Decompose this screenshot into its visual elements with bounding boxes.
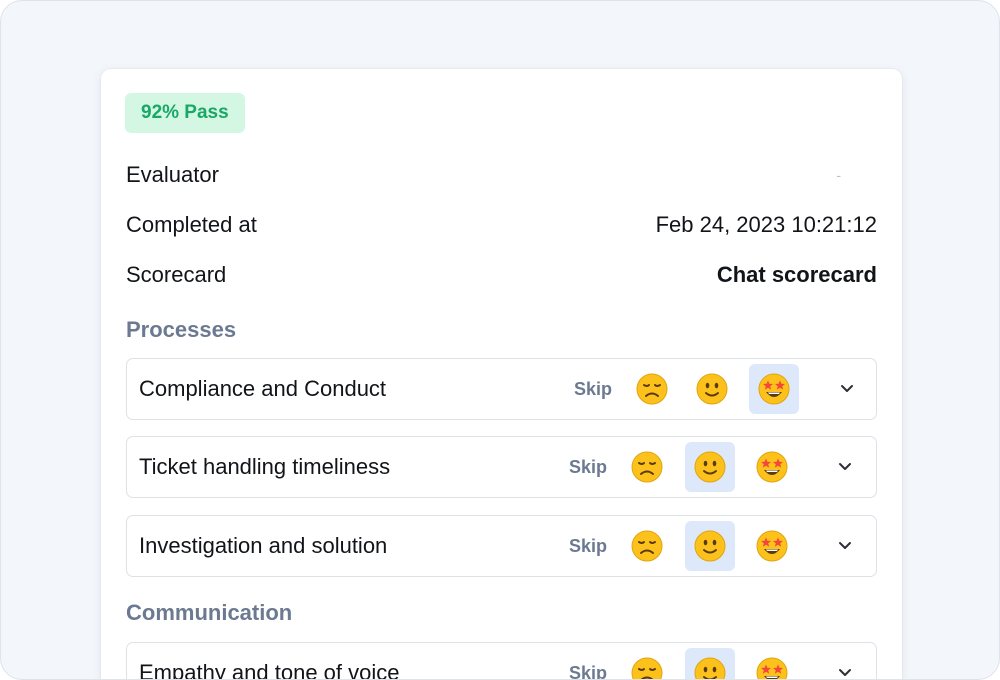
skip-button[interactable]: Skip [569, 437, 607, 497]
rating-item: Compliance and Conduct Skip [126, 358, 877, 420]
smile-face-icon[interactable] [685, 648, 735, 679]
rating-item: Empathy and tone of voice Skip [126, 642, 877, 680]
rating-item: Investigation and solution Skip [126, 515, 877, 577]
completed-at-value: Feb 24, 2023 10:21:12 [655, 212, 877, 237]
section-title-communication: Communication [126, 600, 293, 625]
star-eyes-face-icon[interactable] [747, 442, 797, 492]
rating-item-name: Investigation and solution [139, 533, 388, 558]
rating-item: Ticket handling timeliness Skip [126, 436, 877, 498]
rating-item-name: Ticket handling timeliness [139, 454, 391, 479]
evaluator-label: Evaluator [126, 162, 219, 187]
smile-face-icon[interactable] [685, 442, 735, 492]
smile-face-icon[interactable] [687, 364, 737, 414]
section-title-processes: Processes [126, 317, 237, 342]
rating-item-name: Compliance and Conduct [139, 376, 387, 401]
scorecard-value: Chat scorecard [716, 262, 877, 287]
sad-face-icon[interactable] [622, 521, 672, 571]
chevron-down-icon[interactable] [830, 531, 860, 561]
sad-face-icon[interactable] [627, 364, 677, 414]
evaluator-row: Evaluator - [126, 160, 877, 190]
evaluator-value: - [836, 167, 841, 183]
star-eyes-face-icon[interactable] [749, 364, 799, 414]
star-eyes-face-icon[interactable] [747, 648, 797, 679]
chevron-down-icon[interactable] [830, 452, 860, 482]
completed-at-label: Completed at [126, 212, 257, 237]
scorecard-label: Scorecard [126, 262, 227, 287]
rating-item-name: Empathy and tone of voice [139, 660, 400, 680]
sad-face-icon[interactable] [622, 442, 672, 492]
skip-button[interactable]: Skip [569, 643, 607, 680]
star-eyes-face-icon[interactable] [747, 521, 797, 571]
app-frame: 92% Pass Evaluator - Completed at Feb 24… [0, 0, 1000, 680]
scorecard-row: Scorecard Chat scorecard [126, 260, 877, 290]
pass-badge: 92% Pass [125, 93, 245, 133]
skip-button[interactable]: Skip [574, 359, 612, 419]
completed-at-row: Completed at Feb 24, 2023 10:21:12 [126, 210, 877, 240]
chevron-down-icon[interactable] [830, 658, 860, 679]
smile-face-icon[interactable] [685, 521, 735, 571]
sad-face-icon[interactable] [622, 648, 672, 679]
skip-button[interactable]: Skip [569, 516, 607, 576]
evaluation-card: 92% Pass Evaluator - Completed at Feb 24… [101, 69, 902, 680]
chevron-down-icon[interactable] [832, 374, 862, 404]
